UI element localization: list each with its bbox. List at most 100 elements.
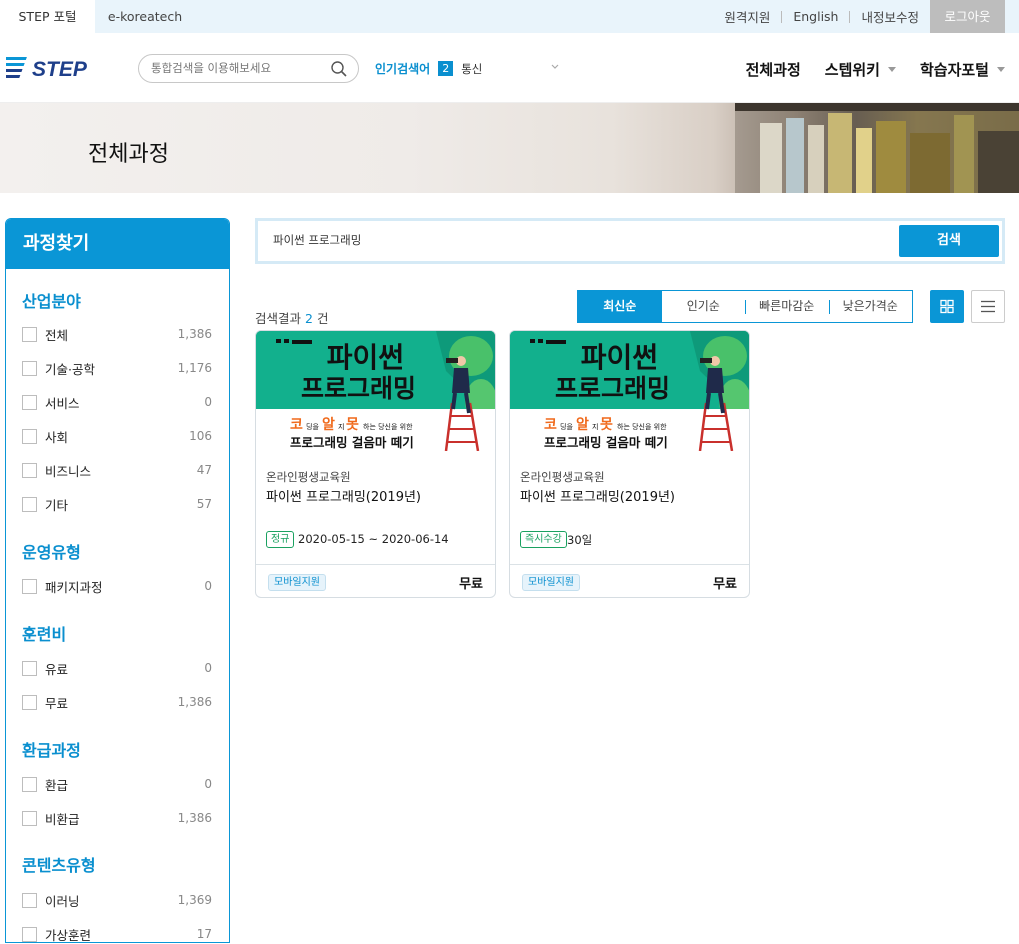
thumbnail-title-line1: 파이썬: [581, 341, 658, 374]
mobile-support-badge: 모바일지원: [268, 574, 326, 591]
checkbox[interactable]: [22, 892, 37, 908]
nav-learner-portal[interactable]: 학습자포털: [920, 59, 1005, 80]
top-links: 원격지원 English 내정보수정: [713, 0, 930, 33]
logo-text: STEP: [32, 58, 88, 81]
search-icon[interactable]: [330, 60, 348, 78]
course-thumbnail[interactable]: 파이썬 프로그래밍 코 딩을 알 지 못 하는 당신을 위한 프로그래밍 걸음마 떼기: [510, 331, 749, 451]
thumbnail-sub-c2: 하는 당신을 위한: [617, 422, 667, 431]
filter-group-title-operation-type: 운영유형: [22, 543, 81, 562]
filter-option-label: 유료: [45, 661, 69, 677]
thumbnail-sub2: 프로그래밍 걸음마 떼기: [290, 435, 414, 450]
filter-option-label: 사회: [45, 429, 69, 445]
sort-closing-soon[interactable]: 빠른마감순: [745, 291, 829, 322]
thumbnail-title-line1: 파이썬: [327, 341, 404, 374]
thumbnail-sub-c: 못: [346, 417, 359, 433]
list-view-button[interactable]: [971, 290, 1005, 323]
result-number: 2: [305, 311, 313, 326]
filter-option-tech-engineering[interactable]: 기술·공학 1,176: [22, 358, 212, 378]
grid-view-button[interactable]: [930, 290, 964, 323]
filter-group-title-refund-course: 환급과정: [22, 741, 81, 760]
checkbox[interactable]: [22, 694, 37, 710]
english-link[interactable]: English: [782, 9, 849, 24]
filter-option-all[interactable]: 전체 1,386: [22, 324, 212, 344]
filter-option-service[interactable]: 서비스 0: [22, 392, 212, 412]
step-logo[interactable]: STEP: [6, 54, 106, 82]
filter-group-title-industry: 산업분야: [22, 292, 81, 311]
header: STEP 인기검색어 2 통신 전체과정 스텝위키 학습자포털: [0, 33, 1019, 103]
filter-option-count: 1,386: [177, 695, 212, 709]
filter-option-paid[interactable]: 유료 0: [22, 658, 212, 678]
checkbox[interactable]: [22, 496, 37, 512]
checkbox[interactable]: [22, 660, 37, 676]
chevron-down-icon[interactable]: [549, 61, 561, 73]
main-nav: 전체과정 스텝위키 학습자포털: [746, 59, 1019, 80]
filter-option-count: 0: [204, 661, 212, 675]
filter-option-count: 17: [196, 927, 212, 941]
course-thumbnail[interactable]: 파이썬 프로그래밍 코 딩을 알 지 못 하는 당신을 위한 프로그래밍 걸음마 떼기: [256, 331, 495, 451]
thumbnail-sub-a: 코: [544, 417, 557, 433]
filter-option-count: 0: [204, 777, 212, 791]
popular-keywords: 인기검색어 2 통신: [375, 60, 482, 77]
tab-e-koreatech[interactable]: e-koreatech: [95, 0, 195, 33]
course-org: 온라인평생교육원: [520, 470, 605, 484]
nav-label: 전체과정: [745, 61, 801, 79]
nav-label: 스텝위키: [824, 61, 880, 79]
thumbnail-sub-a: 코: [290, 417, 303, 433]
course-card[interactable]: 파이썬 프로그래밍 코 딩을 알 지 못 하는 당신을 위한 프로그래밍 걸음마 떼기 온라인평생…: [255, 330, 496, 598]
sort-popular[interactable]: 인기순: [662, 291, 746, 322]
filter-option-refund[interactable]: 환급 0: [22, 774, 212, 794]
filter-option-elearning[interactable]: 이러닝 1,369: [22, 890, 212, 910]
course-card-footer: 모바일지원 무료: [256, 564, 495, 597]
course-thumbnail-art: 파이썬프로그래밍코 딩을 알 지 못 하는 당신을 위한프로그래밍 걸음마 떼기: [510, 331, 749, 451]
checkbox[interactable]: [22, 810, 37, 826]
checkbox[interactable]: [22, 326, 37, 342]
list-icon: [981, 300, 995, 313]
filter-option-society[interactable]: 사회 106: [22, 426, 212, 446]
filter-option-count: 1,176: [177, 361, 212, 375]
checkbox[interactable]: [22, 776, 37, 792]
thumbnail-title-line2: 프로그래밍: [301, 374, 416, 403]
tab-step-portal[interactable]: STEP 포털: [0, 0, 95, 33]
course-title[interactable]: 파이썬 프로그래밍(2019년): [266, 486, 421, 505]
page-title: 전체과정: [88, 142, 169, 167]
course-card[interactable]: 파이썬 프로그래밍 코 딩을 알 지 못 하는 당신을 위한 프로그래밍 걸음마 떼기온라인평생…: [509, 330, 750, 598]
checkbox[interactable]: [22, 394, 37, 410]
global-search: [138, 54, 359, 83]
course-search-input[interactable]: [273, 233, 873, 247]
course-title[interactable]: 파이썬 프로그래밍(2019년): [520, 486, 675, 505]
checkbox[interactable]: [22, 578, 37, 594]
checkbox[interactable]: [22, 926, 37, 942]
filter-group-title-content-type: 콘텐츠유형: [22, 856, 96, 875]
filter-option-business[interactable]: 비즈니스 47: [22, 460, 212, 480]
filter-option-virtual-training[interactable]: 가상훈련 17: [22, 924, 212, 944]
edit-profile-link[interactable]: 내정보수정: [850, 7, 930, 26]
popular-label: 인기검색어: [375, 62, 431, 76]
caret-down-icon: [887, 67, 896, 72]
nav-step-wiki[interactable]: 스텝위키: [825, 59, 896, 80]
course-type-badge: 정규: [266, 531, 295, 548]
global-search-input[interactable]: [151, 61, 331, 75]
remote-support-link[interactable]: 원격지원: [713, 7, 781, 26]
checkbox[interactable]: [22, 428, 37, 444]
mobile-support-badge: 모바일지원: [522, 574, 580, 591]
grid-icon: [940, 299, 954, 314]
result-count: 검색결과 2 건: [255, 308, 328, 327]
checkbox[interactable]: [22, 360, 37, 376]
filter-option-non-refund[interactable]: 비환급 1,386: [22, 808, 212, 828]
sort-options: 최신순 인기순 빠른마감순 낮은가격순: [577, 290, 913, 323]
logout-button[interactable]: 로그아웃: [930, 0, 1005, 33]
filter-option-etc[interactable]: 기타 57: [22, 494, 212, 514]
filter-option-package[interactable]: 패키지과정 0: [22, 576, 212, 596]
filter-option-free[interactable]: 무료 1,386: [22, 692, 212, 712]
thumbnail-sub-b2: 지: [592, 422, 598, 431]
popular-keyword[interactable]: 통신: [461, 61, 482, 77]
sort-low-price[interactable]: 낮은가격순: [828, 291, 913, 322]
filter-option-label: 기술·공학: [45, 361, 95, 377]
nav-all-courses[interactable]: 전체과정: [746, 59, 801, 80]
filter-option-label: 이러닝: [45, 893, 80, 909]
sidebar-title: 과정찾기: [6, 219, 229, 269]
filter-option-count: 1,386: [177, 811, 212, 825]
checkbox[interactable]: [22, 462, 37, 478]
sort-latest[interactable]: 최신순: [578, 291, 662, 322]
course-search-button[interactable]: 검색: [899, 225, 999, 257]
